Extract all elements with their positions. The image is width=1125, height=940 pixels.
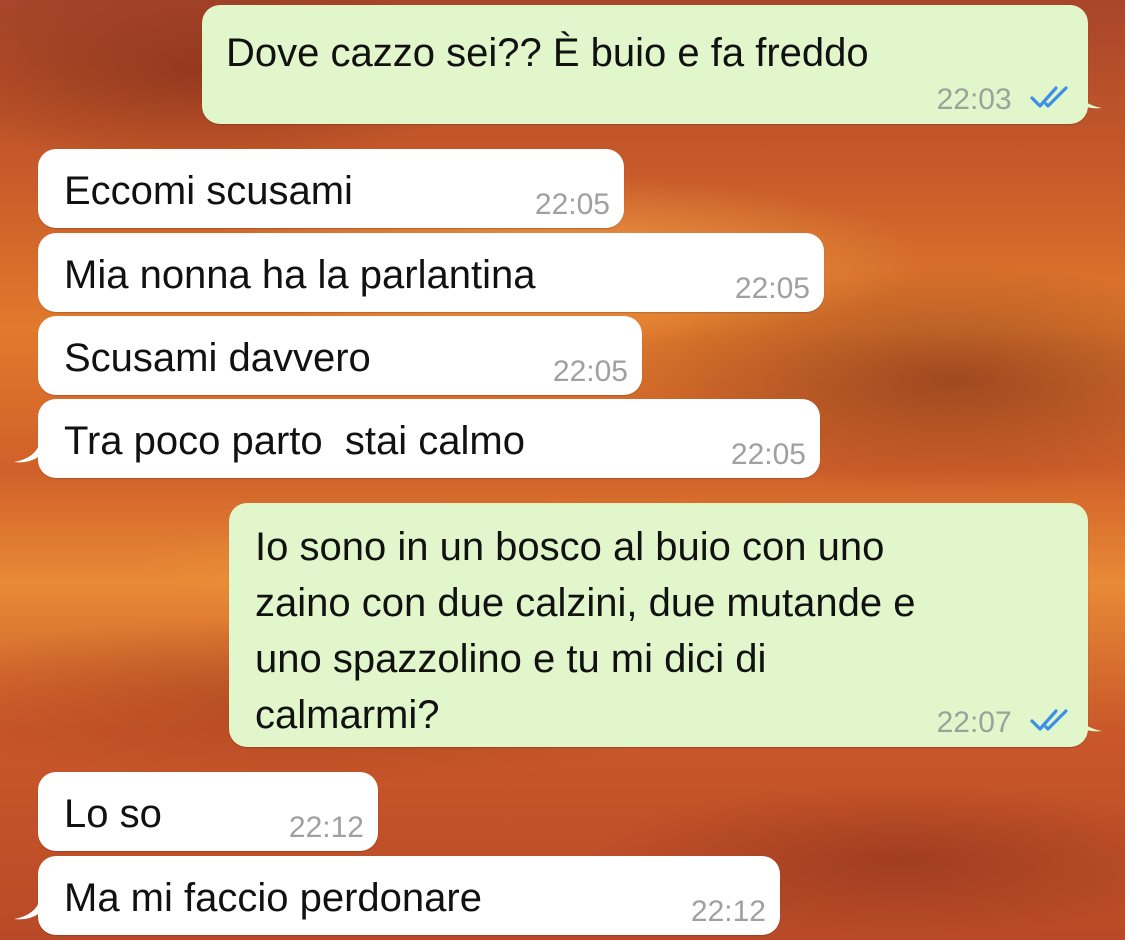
message-text: Lo so	[64, 792, 162, 836]
message-bubble-outgoing[interactable]: Io sono in un bosco al buio con uno zain…	[229, 503, 1102, 747]
message-time: 22:05	[730, 438, 806, 471]
message-bubble-incoming[interactable]: Tra poco parto stai calmo 22:05	[14, 399, 820, 478]
message-bubble-incoming[interactable]: Lo so 22:12	[38, 772, 378, 851]
message-meta: 22:07	[937, 706, 1074, 741]
message-text: Tra poco parto stai calmo	[64, 419, 525, 463]
message-bubble-incoming[interactable]: Scusami davvero 22:05	[38, 316, 642, 395]
message-text: Dove cazzo sei?? È buio e fa freddo	[226, 31, 869, 75]
message-text: Scusami davvero	[64, 336, 371, 380]
message-bubble-outgoing[interactable]: Dove cazzo sei?? È buio e fa freddo 22:0…	[202, 5, 1102, 124]
bubble-tail	[1076, 88, 1102, 109]
bubble-tail	[14, 899, 40, 920]
bubble-tail	[1076, 711, 1102, 732]
message-text: Io sono in un bosco al buio con uno zain…	[255, 525, 916, 737]
message-bubble-incoming[interactable]: Ma mi faccio perdonare 22:12	[14, 856, 780, 935]
message-time: 22:05	[552, 355, 628, 388]
message-time: 22:05	[534, 188, 610, 221]
message-text: Ma mi faccio perdonare	[64, 876, 482, 920]
message-bubble-incoming[interactable]: Mia nonna ha la parlantina 22:05	[38, 233, 824, 312]
message-time: 22:12	[690, 895, 766, 928]
bubble-tail	[14, 442, 40, 463]
message-bubble-incoming[interactable]: Eccomi scusami 22:05	[38, 149, 624, 228]
message-time: 22:12	[288, 811, 364, 844]
message-text: Mia nonna ha la parlantina	[64, 253, 536, 297]
double-check-icon	[1030, 707, 1074, 741]
message-time: 22:05	[734, 272, 810, 305]
message-text: Eccomi scusami	[64, 169, 353, 213]
message-time: 22:03	[936, 82, 1012, 116]
message-time: 22:07	[936, 705, 1012, 739]
message-meta: 22:03	[937, 83, 1074, 118]
double-check-icon	[1030, 84, 1074, 118]
